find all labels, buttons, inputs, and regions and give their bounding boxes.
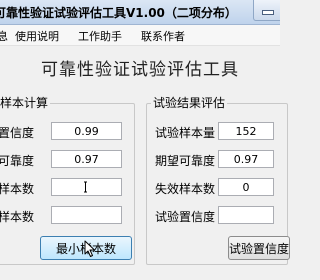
sample-count-2-input[interactable] <box>51 206 122 224</box>
expected-reliability-label: 期望可靠度 <box>155 154 216 168</box>
text-cursor-icon <box>84 181 87 193</box>
menu-item-info[interactable]: 息 <box>0 28 8 44</box>
sample-count-label: 样本数 <box>0 182 35 196</box>
minimize-button[interactable] <box>253 0 280 21</box>
reliability-label: 可靠度 <box>0 154 35 168</box>
sample-calc-title: 样本计算 <box>0 94 51 111</box>
test-confidence-label: 试验置信度 <box>155 210 216 224</box>
mouse-pointer-icon <box>84 240 95 257</box>
menu-bar: 息 使用说明 工作助手 联系作者 <box>0 25 280 46</box>
reliability-input[interactable] <box>51 150 122 168</box>
confidence-label: 置信度 <box>0 126 35 140</box>
menu-item-contact[interactable]: 联系作者 <box>141 28 185 44</box>
app-heading: 可靠性验证试验评估工具 <box>41 60 239 80</box>
test-confidence-button[interactable]: 试验置信度 <box>228 236 290 260</box>
test-confidence-input[interactable] <box>218 206 274 224</box>
failure-count-label: 失效样本数 <box>155 182 216 196</box>
sample-count-2-label: 样本数 <box>0 210 35 224</box>
failure-count-input[interactable] <box>218 178 274 196</box>
test-sample-size-label: 试验样本量 <box>155 126 216 140</box>
menu-item-assistant[interactable]: 工作助手 <box>78 28 122 44</box>
result-eval-title: 试验结果评估 <box>151 94 228 111</box>
menu-item-usage[interactable]: 使用说明 <box>15 28 59 44</box>
window-title: 可靠性验证试验评估工具V1.00（二项分布） <box>0 6 237 20</box>
test-sample-size-input[interactable] <box>218 122 274 140</box>
confidence-input[interactable] <box>51 122 122 140</box>
minimize-icon <box>262 10 274 15</box>
expected-reliability-input[interactable] <box>218 150 274 168</box>
title-bar: 可靠性验证试验评估工具V1.00（二项分布） <box>0 0 280 25</box>
